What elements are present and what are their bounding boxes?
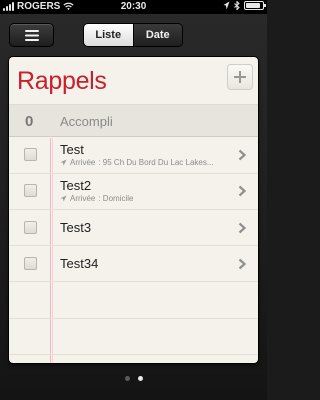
checkbox[interactable]: [24, 148, 37, 161]
menu-button[interactable]: [9, 23, 54, 47]
checkbox[interactable]: [24, 257, 37, 270]
page-indicator[interactable]: [0, 376, 267, 381]
battery-icon: [244, 1, 266, 10]
status-bar: ROGERS 20:30: [0, 0, 267, 14]
view-switcher: Liste Date: [83, 23, 183, 47]
page-dot-active: [137, 376, 143, 381]
ruled-line: [9, 318, 258, 319]
location-arrow-icon: [60, 195, 67, 202]
reminder-title: Test2: [60, 178, 92, 193]
add-reminder-button[interactable]: [227, 64, 253, 90]
list-item[interactable]: Test2 Arrivée : Domicile: [9, 174, 258, 210]
chevron-right-icon: [238, 185, 247, 197]
location-text: : Domicile: [98, 194, 134, 203]
location-text: : 95 Ch Du Bord Du Lac Lakes...: [98, 158, 214, 167]
screen: ROGERS 20:30 Liste Date Rappels 0 Accomp…: [0, 0, 267, 400]
list-item[interactable]: Test34: [9, 246, 258, 282]
plus-icon: [234, 71, 246, 83]
reminder-title: Test3: [60, 220, 92, 235]
reminder-title: Test34: [60, 256, 99, 271]
chevron-right-icon: [238, 222, 247, 234]
page-dot: [124, 376, 130, 381]
bluetooth-icon: [234, 1, 240, 10]
completed-count: 0: [25, 113, 34, 130]
chevron-right-icon: [238, 149, 247, 161]
checkbox[interactable]: [24, 184, 37, 197]
location-arrow-icon: [223, 1, 230, 10]
reminder-title: Test: [60, 142, 84, 157]
list-item[interactable]: Test Arrivée : 95 Ch Du Bord Du Lac Lake…: [9, 138, 258, 174]
checkbox[interactable]: [24, 221, 37, 234]
chevron-right-icon: [238, 258, 247, 270]
ruled-line: [9, 354, 258, 355]
menu-icon: [24, 29, 39, 41]
location-prefix: Arrivée: [70, 158, 96, 167]
list-title: Rappels: [17, 67, 107, 95]
reminder-location: Arrivée : Domicile: [60, 194, 238, 203]
reminder-location: Arrivée : 95 Ch Du Bord Du Lac Lakes...: [60, 158, 238, 167]
tab-date[interactable]: Date: [132, 24, 182, 46]
list-item[interactable]: Test3: [9, 210, 258, 246]
location-arrow-icon: [60, 159, 67, 166]
tab-liste[interactable]: Liste: [84, 24, 133, 46]
completed-label: Accompli: [60, 114, 113, 129]
completed-row[interactable]: 0 Accompli: [9, 104, 258, 137]
reminder-list-card: Rappels 0 Accompli Test Arrivée : 95 Ch …: [9, 57, 258, 363]
location-prefix: Arrivée: [70, 194, 96, 203]
